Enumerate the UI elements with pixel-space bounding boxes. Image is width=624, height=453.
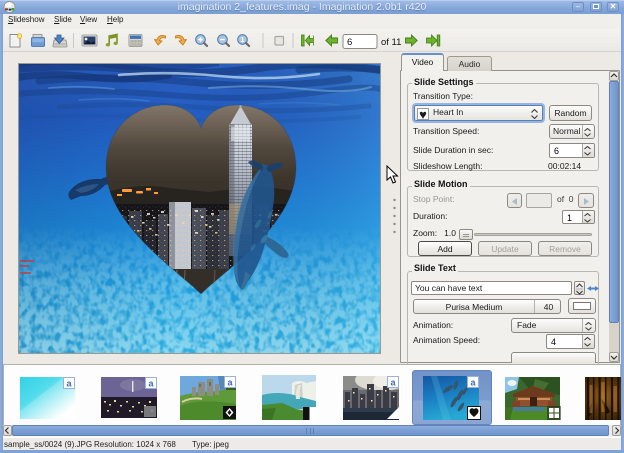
svg-text:1: 1 bbox=[240, 35, 244, 44]
svg-text:6: 6 bbox=[347, 37, 352, 48]
svg-text:of 11: of 11 bbox=[381, 37, 401, 48]
